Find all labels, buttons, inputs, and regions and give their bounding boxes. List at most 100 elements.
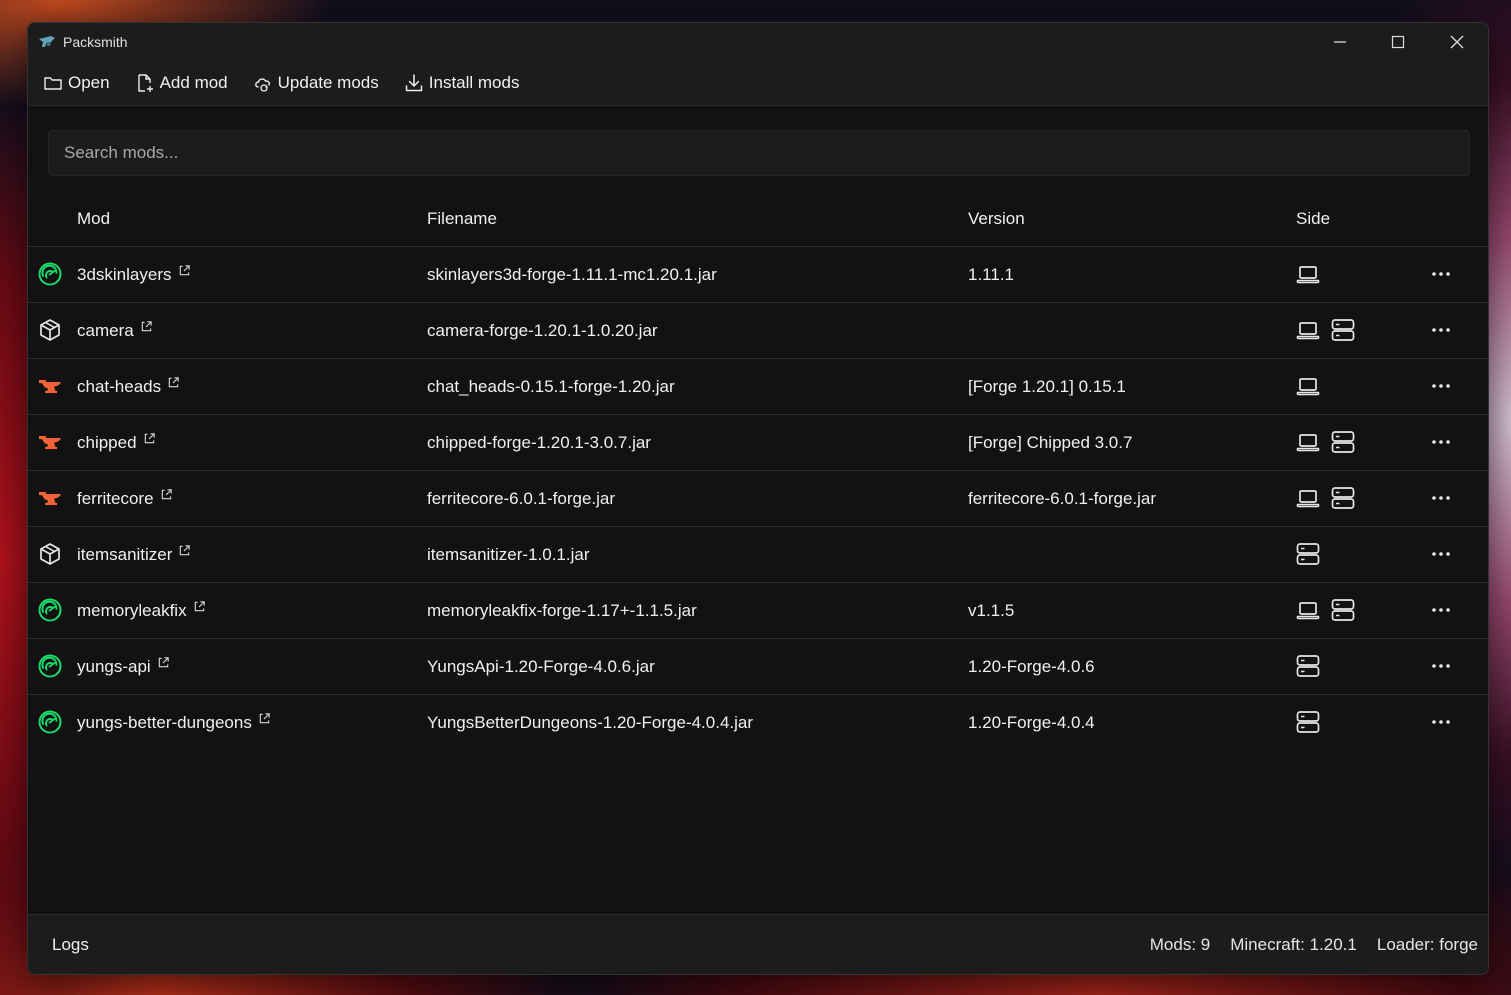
- mod-version: 1.11.1: [968, 265, 1015, 284]
- mods-table: Mod Filename Version Side 3dskinlayers s…: [28, 191, 1488, 750]
- mod-filename: camera-forge-1.20.1-1.0.20.jar: [427, 321, 658, 340]
- more-options-icon[interactable]: [1428, 485, 1454, 511]
- mod-name-link[interactable]: yungs-better-dungeons: [77, 713, 271, 733]
- column-header-version[interactable]: Version: [968, 209, 1025, 229]
- mod-filename: chipped-forge-1.20.1-3.0.7.jar: [427, 433, 651, 452]
- external-link-icon: [160, 486, 173, 506]
- add-mod-label: Add mod: [159, 73, 228, 92]
- external-link-icon: [178, 542, 191, 562]
- mod-name-link[interactable]: camera: [77, 321, 153, 341]
- mod-name-link[interactable]: ferritecore: [77, 489, 173, 509]
- server-side-icon: [1330, 317, 1356, 343]
- modrinth-icon: [38, 654, 62, 678]
- table-header: Mod Filename Version Side: [28, 191, 1488, 247]
- mod-name-link[interactable]: chipped: [77, 433, 156, 453]
- logs-button[interactable]: Logs: [52, 935, 89, 955]
- client-side-icon: [1295, 317, 1321, 343]
- table-row[interactable]: itemsanitizer itemsanitizer-1.0.1.jar: [28, 527, 1488, 583]
- column-header-mod[interactable]: Mod: [77, 209, 110, 229]
- mod-name: yungs-api: [77, 657, 151, 676]
- app-logo-icon: [39, 36, 55, 47]
- minimize-icon: [1334, 41, 1346, 43]
- status-bar: Logs Mods: 9 Minecraft: 1.20.1 Loader: f…: [28, 914, 1488, 974]
- curseforge-icon: [38, 374, 62, 398]
- maximize-icon: [1391, 35, 1405, 49]
- mod-version: [Forge] Chipped 3.0.7: [968, 433, 1133, 452]
- external-link-icon: [167, 374, 180, 394]
- search-box: [48, 130, 1470, 176]
- mod-name-link[interactable]: chat-heads: [77, 377, 180, 397]
- mod-name-link[interactable]: itemsanitizer: [77, 545, 191, 565]
- server-side-icon: [1330, 485, 1356, 511]
- mod-version: 1.20-Forge-4.0.4: [968, 713, 1095, 732]
- mod-name: ferritecore: [77, 489, 154, 508]
- status-info: Mods: 9 Minecraft: 1.20.1 Loader: forge: [1130, 935, 1478, 955]
- external-link-icon: [143, 430, 156, 450]
- add-mod-button[interactable]: Add mod: [135, 73, 228, 93]
- install-mods-button[interactable]: Install mods: [404, 73, 519, 93]
- update-mods-label: Update mods: [277, 73, 379, 92]
- table-row[interactable]: camera camera-forge-1.20.1-1.0.20.jar: [28, 303, 1488, 359]
- close-icon: [1450, 35, 1464, 49]
- external-link-icon: [178, 262, 191, 282]
- table-row[interactable]: memoryleakfix memoryleakfix-forge-1.17+-…: [28, 583, 1488, 639]
- update-mods-button[interactable]: Update mods: [253, 73, 379, 93]
- file-plus-icon: [137, 74, 153, 92]
- maximize-button[interactable]: [1369, 23, 1427, 61]
- external-link-icon: [193, 598, 206, 618]
- mod-name: camera: [77, 321, 134, 340]
- mod-name-link[interactable]: yungs-api: [77, 657, 170, 677]
- table-row[interactable]: ferritecore ferritecore-6.0.1-forge.jar …: [28, 471, 1488, 527]
- more-options-icon[interactable]: [1428, 597, 1454, 623]
- mod-filename: ferritecore-6.0.1-forge.jar: [427, 489, 616, 508]
- more-options-icon[interactable]: [1428, 653, 1454, 679]
- client-side-icon: [1295, 597, 1321, 623]
- mod-name: 3dskinlayers: [77, 265, 172, 284]
- client-side-icon: [1295, 261, 1321, 287]
- toolbar: Open Add mod Update mods Install mods: [28, 61, 1488, 106]
- more-options-icon[interactable]: [1428, 373, 1454, 399]
- title-bar[interactable]: Packsmith: [28, 23, 1488, 61]
- mod-name-link[interactable]: memoryleakfix: [77, 601, 206, 621]
- column-header-side[interactable]: Side: [1296, 209, 1330, 229]
- mods-count: Mods: 9: [1149, 935, 1211, 954]
- open-button[interactable]: Open: [43, 73, 110, 93]
- table-row[interactable]: yungs-api YungsApi-1.20-Forge-4.0.6.jar …: [28, 639, 1488, 695]
- more-options-icon[interactable]: [1428, 317, 1454, 343]
- mod-name-link[interactable]: 3dskinlayers: [77, 265, 191, 285]
- server-side-icon: [1295, 709, 1321, 735]
- more-options-icon[interactable]: [1428, 541, 1454, 567]
- folder-icon: [44, 77, 62, 90]
- curseforge-icon: [38, 430, 62, 454]
- minimize-button[interactable]: [1311, 23, 1369, 61]
- app-window: Packsmith Open Add mod Update mods Insta…: [27, 22, 1489, 975]
- mod-name: yungs-better-dungeons: [77, 713, 252, 732]
- download-icon: [405, 74, 423, 92]
- more-options-icon[interactable]: [1428, 709, 1454, 735]
- table-row[interactable]: yungs-better-dungeons YungsBetterDungeon…: [28, 695, 1488, 750]
- package-icon: [38, 318, 62, 342]
- mod-name: memoryleakfix: [77, 601, 187, 620]
- window-title: Packsmith: [63, 34, 128, 50]
- mod-name: chipped: [77, 433, 137, 452]
- server-side-icon: [1330, 597, 1356, 623]
- table-row[interactable]: chipped chipped-forge-1.20.1-3.0.7.jar […: [28, 415, 1488, 471]
- modrinth-icon: [38, 710, 62, 734]
- table-row[interactable]: chat-heads chat_heads-0.15.1-forge-1.20.…: [28, 359, 1488, 415]
- close-button[interactable]: [1428, 23, 1486, 61]
- server-side-icon: [1295, 541, 1321, 567]
- package-icon: [38, 542, 62, 566]
- more-options-icon[interactable]: [1428, 261, 1454, 287]
- table-body: 3dskinlayers skinlayers3d-forge-1.11.1-m…: [28, 247, 1488, 750]
- mod-version: 1.20-Forge-4.0.6: [968, 657, 1095, 676]
- minecraft-version: Minecraft: 1.20.1: [1230, 935, 1357, 954]
- mod-filename: itemsanitizer-1.0.1.jar: [427, 545, 590, 564]
- mod-version: v1.1.5: [968, 601, 1015, 620]
- modrinth-icon: [38, 262, 62, 286]
- search-input[interactable]: [49, 131, 1469, 175]
- more-options-icon[interactable]: [1428, 429, 1454, 455]
- mod-filename: chat_heads-0.15.1-forge-1.20.jar: [427, 377, 675, 396]
- table-row[interactable]: 3dskinlayers skinlayers3d-forge-1.11.1-m…: [28, 247, 1488, 303]
- column-header-filename[interactable]: Filename: [427, 209, 497, 229]
- external-link-icon: [157, 654, 170, 674]
